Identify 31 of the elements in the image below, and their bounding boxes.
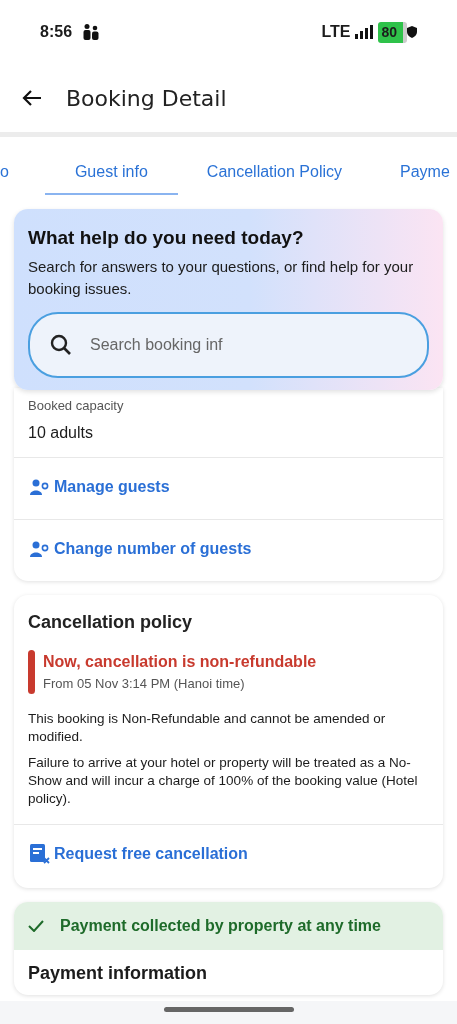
banner-text: Payment collected by property at any time — [60, 915, 381, 936]
help-text: Search for answers to your questions, or find help for your booking issues. — [28, 256, 415, 299]
person-settings-icon — [30, 479, 50, 496]
shield-icon — [407, 26, 417, 38]
tab[interactable]: o — [0, 137, 9, 195]
help-title: What help do you need today? — [28, 227, 305, 250]
alert-title: Now, cancellation is non-refundable — [43, 652, 317, 673]
document-cancel-icon — [30, 843, 50, 864]
section-title: Payment information — [27, 961, 209, 985]
battery-indicator: 80 — [378, 21, 407, 43]
search-field[interactable]: Search booking inf — [28, 311, 429, 378]
person-settings-icon — [30, 541, 50, 558]
tab[interactable]: Payme — [400, 137, 450, 195]
guest-action-link[interactable]: Manage guests — [30, 475, 170, 500]
signal-icon — [354, 25, 375, 39]
people-icon — [82, 23, 101, 41]
field-label: Booked capacity — [28, 396, 125, 415]
alert-bar — [28, 650, 35, 694]
search-icon — [50, 333, 72, 356]
tab[interactable]: Cancellation Policy — [206, 137, 343, 195]
guest-action-link[interactable]: Change number of guests — [30, 537, 252, 562]
policy-text: Failure to arrive at your hotel or property will be treated as a No-Show and will incur a charge of 100% of the booking value (Hotel policy). — [28, 753, 419, 808]
alert-subtitle: From 05 Nov 3:14 PM (Hanoi time) — [43, 675, 246, 694]
status-time: 8:56 — [40, 22, 73, 42]
section-title: Cancellation policy — [28, 611, 194, 635]
page-title: Booking Detail — [66, 84, 227, 113]
field-value: 10 adults — [28, 423, 94, 444]
check-icon — [28, 919, 44, 932]
policy-text: This booking is Non-Refundable and cannot be amended or modified. — [28, 709, 387, 746]
cancellation-request-link[interactable]: Request free cancellation — [30, 841, 248, 866]
network-label: LTE — [321, 22, 351, 42]
